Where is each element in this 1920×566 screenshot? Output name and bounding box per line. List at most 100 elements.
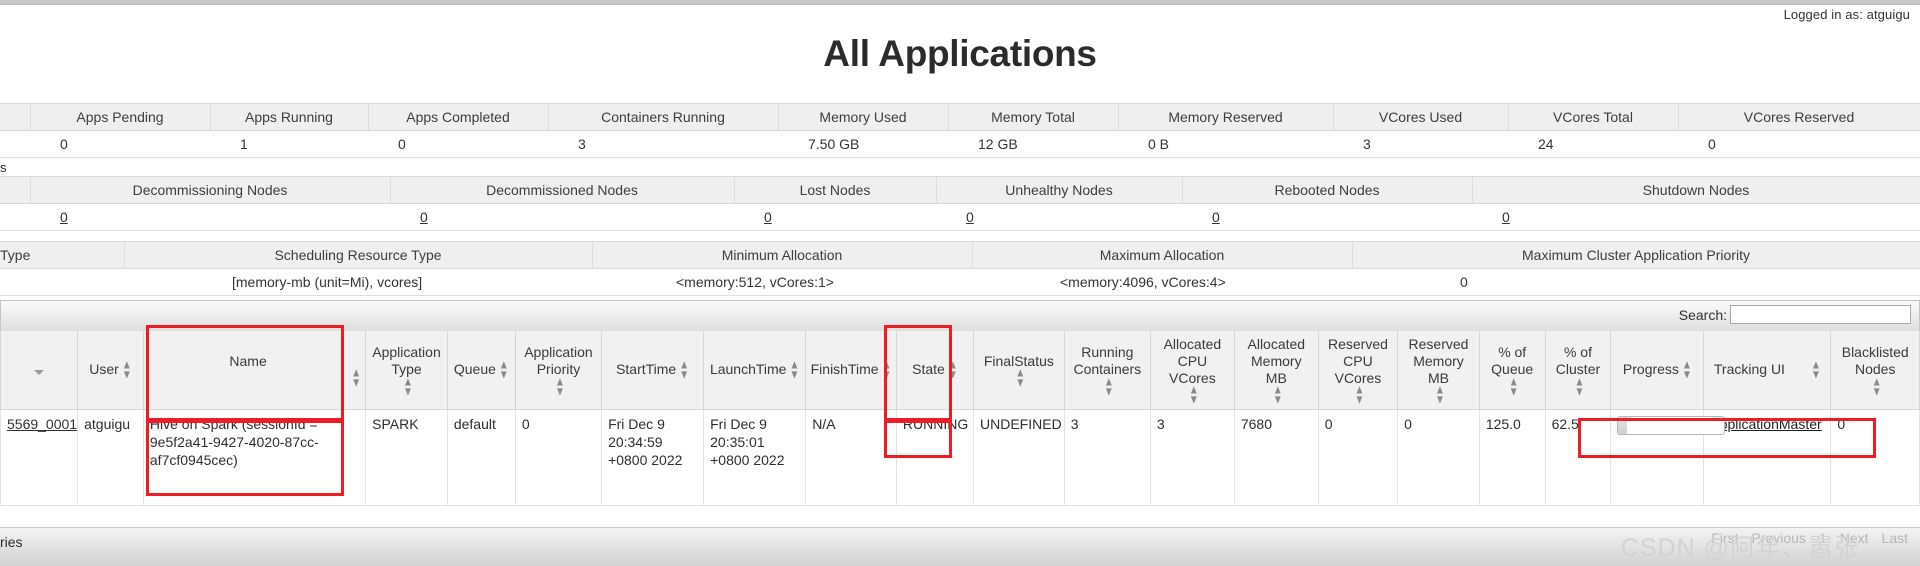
pager-last[interactable]: Last: [1882, 530, 1908, 546]
cell-allocated-cpu-vcores: 3: [1149, 409, 1235, 506]
cluster-metrics-header-vcores-used: VCores Used: [1333, 103, 1509, 131]
node-metrics-cell-decommissioned: 0: [390, 203, 734, 231]
sort-arrows-icon: ▲ ▼: [1574, 375, 1585, 399]
sort-arrows-icon: ▲ ▼: [1810, 358, 1821, 382]
scheduler-metrics-value-row: [memory-mb (unit=Mi), vcores] <memory:51…: [0, 268, 1920, 296]
sort-arrows-icon: ▲ ▼: [1435, 383, 1445, 408]
cluster-metrics-value-containers-running: 3: [548, 130, 778, 158]
column-label-application-type: Application Type: [372, 344, 441, 378]
sort-arrows-icon: ▲ ▼: [1015, 366, 1026, 391]
column-header-starttime[interactable]: StartTime ▲ ▼: [601, 331, 705, 410]
cell-running-containers: 3: [1063, 409, 1151, 506]
column-header-tracking-ui[interactable]: Tracking UI ▲ ▼: [1703, 331, 1832, 410]
column-header-pct-of-cluster[interactable]: % of Cluster ▲ ▼: [1544, 331, 1612, 410]
cell-starttime: Fri Dec 9 20:34:59 +0800 2022: [601, 409, 705, 506]
cluster-metrics-table: Apps Pending Apps Running Apps Completed…: [0, 103, 1920, 158]
column-header-application-type[interactable]: Application Type ▲ ▼: [365, 331, 448, 410]
cluster-metrics-value-vcores-total: 24: [1508, 130, 1678, 158]
scheduler-metrics-header-resource-type: Scheduling Resource Type: [124, 241, 593, 269]
decommissioned-nodes-link[interactable]: 0: [420, 209, 428, 225]
cell-state: RUNNING: [895, 409, 975, 506]
column-header-blacklisted-nodes[interactable]: Blacklisted Nodes ▲ ▼: [1830, 331, 1920, 410]
node-metrics-cell-rebooted: 0: [1182, 203, 1472, 231]
column-label-starttime: StartTime: [616, 361, 677, 378]
column-label-state: State: [912, 361, 945, 378]
sort-arrows-icon: ▲ ▼: [881, 358, 892, 382]
node-metrics-value-row: 0 0 0 0 0 0: [0, 203, 1920, 231]
node-metrics-header-unhealthy: Unhealthy Nodes: [936, 176, 1183, 204]
column-header-finishtime[interactable]: FinishTime ▲ ▼: [805, 331, 897, 410]
node-metrics-cell-unhealthy: 0: [936, 203, 1182, 231]
unhealthy-nodes-link[interactable]: 0: [966, 209, 974, 225]
column-label-pct-of-queue: % of Queue: [1491, 344, 1534, 378]
column-label-running-containers: Running Containers: [1073, 344, 1142, 378]
metrics-spacer: [0, 231, 1920, 241]
column-header-finalstatus[interactable]: FinalStatus ▲ ▼: [973, 331, 1065, 410]
shutdown-nodes-link[interactable]: 0: [1502, 209, 1510, 225]
scheduler-metrics-block: Type Scheduling Resource Type Minimum Al…: [0, 241, 1920, 296]
column-label-reserved-cpu-vcores: Reserved CPU VCores: [1328, 335, 1388, 386]
sort-arrows-icon: ▲ ▼: [498, 358, 509, 382]
sort-arrows-icon: ▲ ▼: [789, 358, 800, 382]
column-header-name[interactable]: Name ▲ ▼: [142, 331, 367, 410]
sort-arrows-icon: ▲ ▼: [1188, 383, 1199, 408]
node-metrics-header-shutdown: Shutdown Nodes: [1472, 176, 1920, 204]
scheduler-metrics-value-max-allocation: <memory:4096, vCores:4>: [972, 268, 1352, 296]
column-label-reserved-memory-mb: Reserved Memory MB: [1408, 335, 1469, 386]
rebooted-nodes-link[interactable]: 0: [1212, 209, 1220, 225]
column-label-name: Name: [229, 353, 267, 369]
cluster-metrics-value-row: 0 1 0 3 7.50 GB 12 GB 0 B 3 24 0: [0, 130, 1920, 158]
node-metrics-header-rebooted: Rebooted Nodes: [1182, 176, 1473, 204]
column-header-queue[interactable]: Queue ▲ ▼: [446, 331, 516, 410]
search-input[interactable]: [1730, 305, 1911, 324]
column-header-application-priority[interactable]: Application Priority ▲ ▼: [514, 331, 603, 410]
entries-info-label: ries: [0, 534, 23, 550]
cluster-metrics-header-apps-completed: Apps Completed: [368, 103, 549, 131]
column-header-launchtime[interactable]: LaunchTime ▲ ▼: [703, 331, 807, 410]
decommissioning-nodes-link[interactable]: 0: [60, 209, 68, 225]
column-header-pct-of-queue[interactable]: % of Queue ▲ ▼: [1478, 331, 1546, 410]
node-metrics-header-lost: Lost Nodes: [734, 176, 937, 204]
column-label-progress: Progress: [1622, 361, 1679, 378]
sort-arrows-icon: ▲ ▼: [1871, 375, 1882, 399]
cluster-metrics-header-memory-reserved: Memory Reserved: [1118, 103, 1334, 131]
column-header-allocated-memory-mb[interactable]: Allocated Memory MB ▲ ▼: [1233, 331, 1319, 410]
column-label-allocated-memory-mb: Allocated Memory MB: [1247, 335, 1306, 386]
application-master-link[interactable]: ApplicationMaster: [1710, 416, 1821, 432]
table-row[interactable]: 5569_0001 atguigu Hive on Spark (session…: [0, 409, 1920, 506]
column-header-reserved-memory-mb[interactable]: Reserved Memory MB ▲ ▼: [1397, 331, 1480, 410]
column-header-progress[interactable]: Progress ▲ ▼: [1610, 331, 1705, 410]
node-metrics-header-decommissioning: Decommissioning Nodes: [30, 176, 391, 204]
application-id-link[interactable]: 5569_0001: [7, 416, 77, 432]
cell-blacklisted-nodes: 0: [1830, 409, 1920, 506]
scheduler-metrics-header-min-allocation: Minimum Allocation: [592, 241, 973, 269]
cluster-metrics-header-apps-running: Apps Running: [210, 103, 369, 131]
scheduler-metrics-table: Type Scheduling Resource Type Minimum Al…: [0, 241, 1920, 296]
progress-bar: [1617, 415, 1726, 435]
scheduler-metrics-value-max-priority: 0: [1352, 268, 1920, 296]
cluster-metrics-value-apps-running: 1: [210, 130, 368, 158]
scheduler-metrics-value-type: [0, 268, 124, 296]
sort-arrows-icon: ▲ ▼: [1272, 383, 1283, 408]
cell-launchtime: Fri Dec 9 20:35:01 +0800 2022: [703, 409, 807, 506]
cluster-metrics-value-blank: [0, 130, 30, 158]
search-control-group: Search:: [1679, 305, 1911, 324]
column-header-allocated-cpu-vcores[interactable]: Allocated CPU VCores ▲ ▼: [1149, 331, 1235, 410]
column-header-id[interactable]: [0, 331, 79, 410]
lost-nodes-link[interactable]: 0: [764, 209, 772, 225]
column-label-blacklisted-nodes: Blacklisted Nodes: [1841, 344, 1909, 378]
column-header-user[interactable]: User ▲ ▼: [77, 331, 144, 410]
scheduler-metrics-header-max-priority: Maximum Cluster Application Priority: [1352, 241, 1920, 269]
scheduler-metrics-header-max-allocation: Maximum Allocation: [972, 241, 1353, 269]
cell-pct-of-queue: 125.0: [1478, 409, 1546, 506]
logged-in-as-label: Logged in as: atguigu: [1783, 7, 1910, 22]
node-metrics-header-decommissioned: Decommissioned Nodes: [390, 176, 735, 204]
cluster-metrics-header-memory-total: Memory Total: [948, 103, 1119, 131]
cell-pct-of-cluster: 62.5: [1544, 409, 1612, 506]
sort-arrows-icon: ▲ ▼: [1681, 358, 1692, 382]
column-header-state[interactable]: State ▲ ▼: [895, 331, 975, 410]
column-header-reserved-cpu-vcores[interactable]: Reserved CPU VCores ▲ ▼: [1317, 331, 1399, 410]
node-metrics-cell-decommissioning: 0: [30, 203, 390, 231]
column-header-running-containers[interactable]: Running Containers ▲ ▼: [1063, 331, 1151, 410]
sort-arrows-icon: ▲ ▼: [1508, 375, 1519, 399]
